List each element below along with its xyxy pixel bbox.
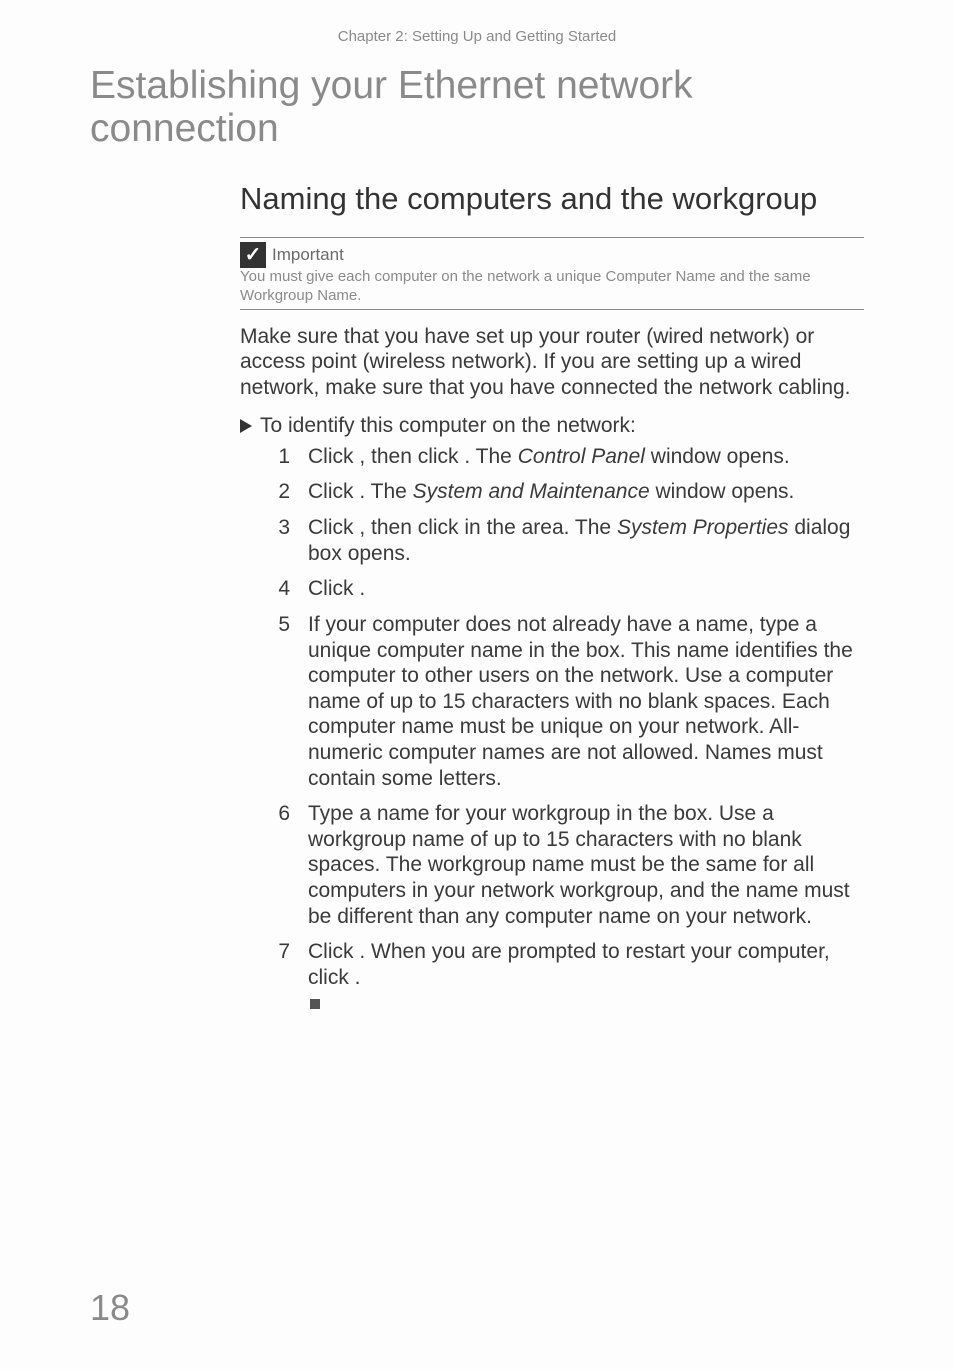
step-number: 6 xyxy=(270,801,290,929)
important-callout: ✓ Important You must give each computer … xyxy=(240,237,864,311)
step-item: 6 Type a name for your workgroup in the … xyxy=(270,801,864,929)
steps-list: 1 Click , then click . The Control Panel… xyxy=(270,444,864,1016)
step-text: in the xyxy=(464,516,521,539)
step-text: , then click xyxy=(359,445,464,468)
step-body: Click . The System and Maintenance windo… xyxy=(308,479,864,505)
step-text: Click xyxy=(308,445,359,468)
step-text: . xyxy=(359,577,365,600)
section-heading: Establishing your Ethernet network conne… xyxy=(90,65,864,151)
step-body: If your computer does not already have a… xyxy=(308,612,864,791)
step-number: 3 xyxy=(270,515,290,566)
step-item: 5 If your computer does not already have… xyxy=(270,612,864,791)
step-text: . When you are prompted to restart your … xyxy=(308,940,830,989)
step-body: Click , then click in the area. The Syst… xyxy=(308,515,864,566)
step-text: Click xyxy=(308,940,359,963)
step-text: area. The xyxy=(522,516,617,539)
step-text: . The xyxy=(359,480,412,503)
step-item: 7 Click . When you are prompted to resta… xyxy=(270,939,864,1016)
step-body: Click . When you are prompted to restart… xyxy=(308,939,864,1016)
procedure-heading: To identify this computer on the network… xyxy=(240,414,864,438)
callout-title: Important xyxy=(272,245,344,265)
procedure-title: To identify this computer on the network… xyxy=(260,414,636,438)
callout-body: You must give each computer on the netwo… xyxy=(240,268,864,306)
step-body: Type a name for your workgroup in the bo… xyxy=(308,801,864,929)
step-text: Click xyxy=(308,577,359,600)
step-text: . xyxy=(355,966,361,989)
step-body: Click . xyxy=(308,576,864,602)
step-number: 5 xyxy=(270,612,290,791)
triangle-icon xyxy=(240,419,252,433)
step-number: 4 xyxy=(270,576,290,602)
checkmark-icon: ✓ xyxy=(240,242,266,268)
step-item: 4 Click . xyxy=(270,576,864,602)
step-text: , then click xyxy=(359,516,464,539)
step-text: window opens. xyxy=(655,480,794,503)
page-number: 18 xyxy=(90,1287,130,1329)
end-square-icon xyxy=(310,999,320,1009)
subsection-heading: Naming the computers and the workgroup xyxy=(240,181,864,217)
step-text-italic: System Properties xyxy=(617,516,789,539)
chapter-header: Chapter 2: Setting Up and Getting Starte… xyxy=(0,0,954,65)
step-text: window opens. xyxy=(651,445,790,468)
step-text-italic: Control Panel xyxy=(518,445,645,468)
step-item: 2 Click . The System and Maintenance win… xyxy=(270,479,864,505)
intro-paragraph: Make sure that you have set up your rout… xyxy=(240,324,864,400)
step-number: 7 xyxy=(270,939,290,1016)
step-text: . The xyxy=(464,445,517,468)
step-item: 3 Click , then click in the area. The Sy… xyxy=(270,515,864,566)
step-text-italic: System and Maintenance xyxy=(413,480,650,503)
step-number: 2 xyxy=(270,479,290,505)
step-text: Click xyxy=(308,516,359,539)
step-text: Click xyxy=(308,480,359,503)
step-number: 1 xyxy=(270,444,290,470)
callout-head: ✓ Important xyxy=(240,242,864,268)
step-body: Click , then click . The Control Panel w… xyxy=(308,444,864,470)
step-item: 1 Click , then click . The Control Panel… xyxy=(270,444,864,470)
page-content: Establishing your Ethernet network conne… xyxy=(0,65,954,1016)
